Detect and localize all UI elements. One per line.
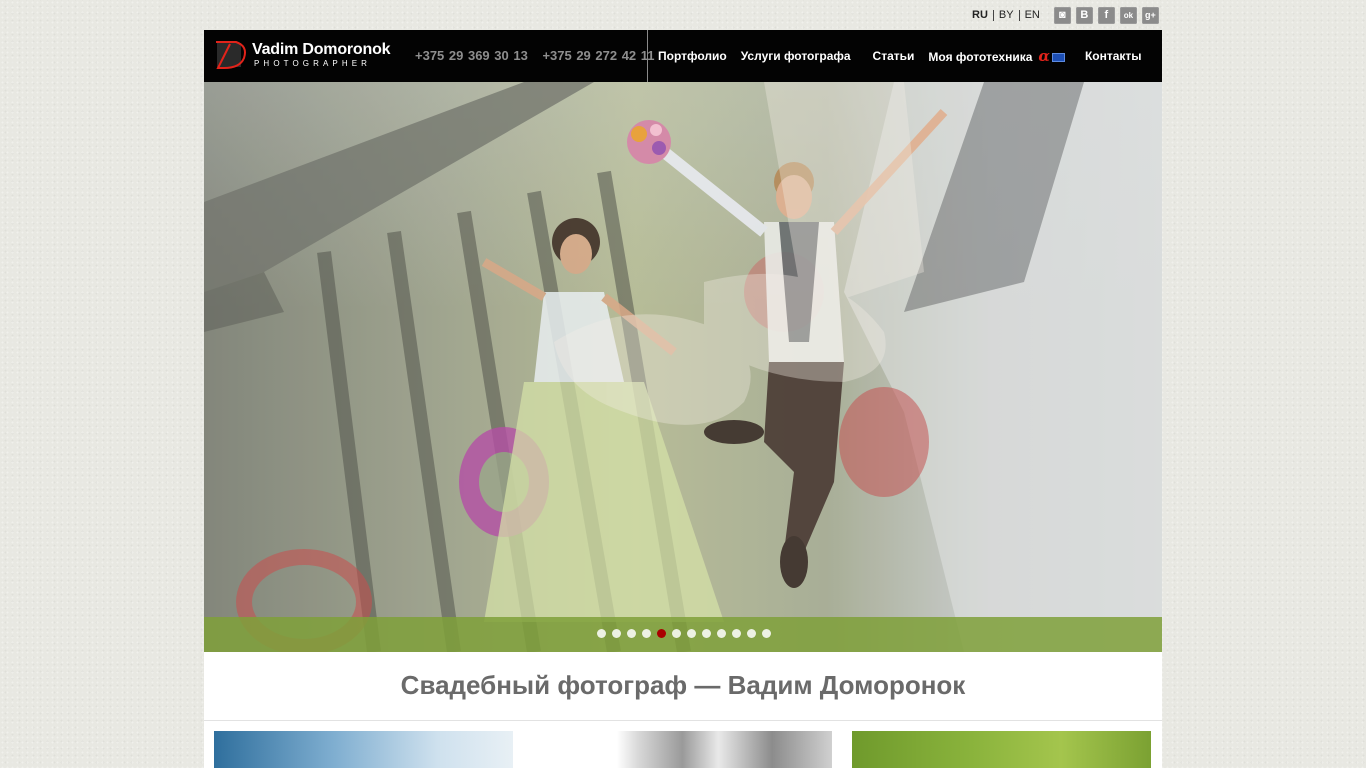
slider-dot[interactable] — [672, 629, 681, 638]
facebook-icon[interactable]: f — [1097, 6, 1115, 24]
nav-portfolio[interactable]: Портфолио — [658, 49, 727, 63]
site-header: Vadim Domoronok PHOTOGRAPHER +375 29 369… — [204, 30, 1162, 82]
vk-icon[interactable]: В — [1075, 6, 1093, 24]
slider-dots — [597, 629, 771, 638]
phone-1: +375 29 369 30 13 — [415, 48, 528, 63]
slider-dot[interactable] — [627, 629, 636, 638]
logo-subtitle: PHOTOGRAPHER — [254, 59, 372, 68]
page-title: Свадебный фотограф — Вадим Доморонок — [400, 670, 966, 700]
slider-dot[interactable] — [642, 629, 651, 638]
site-logo[interactable]: Vadim Domoronok PHOTOGRAPHER — [214, 40, 410, 72]
content-divider — [204, 720, 1162, 721]
slider-dot[interactable] — [747, 629, 756, 638]
portfolio-thumbnail[interactable] — [214, 731, 513, 768]
sony-alpha-icon: α — [1038, 47, 1050, 65]
zeiss-icon — [1051, 53, 1065, 63]
phone-numbers: +375 29 369 30 13 +375 29 272 42 11 — [415, 48, 655, 63]
logo-name: Vadim Domoronok — [252, 41, 391, 58]
slider-dot[interactable] — [717, 629, 726, 638]
nav-equipment-label: Моя фототехника — [928, 50, 1033, 64]
nav-divider — [647, 30, 648, 82]
main-nav: Портфолио Услуги фотографа Статьи Моя фо… — [658, 30, 1142, 82]
google-plus-icon[interactable]: g+ — [1141, 6, 1159, 24]
nav-articles[interactable]: Статьи — [873, 49, 915, 63]
portfolio-thumbnail[interactable] — [533, 731, 832, 768]
main-content: Свадебный фотограф — Вадим Доморонок — [204, 652, 1162, 768]
social-links: ◙ В f ok g+ — [1053, 6, 1159, 24]
slider-dot[interactable] — [762, 629, 771, 638]
lang-ru[interactable]: RU — [972, 9, 993, 21]
logo-d-icon — [216, 41, 246, 69]
slider-dot[interactable] — [687, 629, 696, 638]
odnoklassniki-icon[interactable]: ok — [1119, 6, 1137, 24]
slider-dot[interactable] — [732, 629, 741, 638]
phone-2: +375 29 272 42 11 — [542, 48, 655, 63]
wedding-photo-illustration — [204, 82, 1162, 652]
instagram-icon[interactable]: ◙ — [1053, 6, 1071, 24]
nav-services[interactable]: Услуги фотографа — [741, 49, 851, 63]
lang-en[interactable]: EN — [1018, 9, 1045, 21]
slider-dot[interactable] — [597, 629, 606, 638]
lang-by[interactable]: BY — [992, 9, 1019, 21]
portfolio-thumbnail[interactable] — [852, 731, 1151, 768]
slider-dot[interactable] — [702, 629, 711, 638]
slider-dot[interactable] — [612, 629, 621, 638]
slider-dot-active[interactable] — [657, 629, 666, 638]
nav-contacts[interactable]: Контакты — [1085, 49, 1142, 63]
top-bar: RU BY EN ◙ В f ok g+ — [972, 6, 1159, 24]
nav-equipment[interactable]: Моя фототехника α — [928, 47, 1065, 65]
language-switcher: RU BY EN — [972, 9, 1045, 21]
hero-slider[interactable] — [204, 82, 1162, 652]
